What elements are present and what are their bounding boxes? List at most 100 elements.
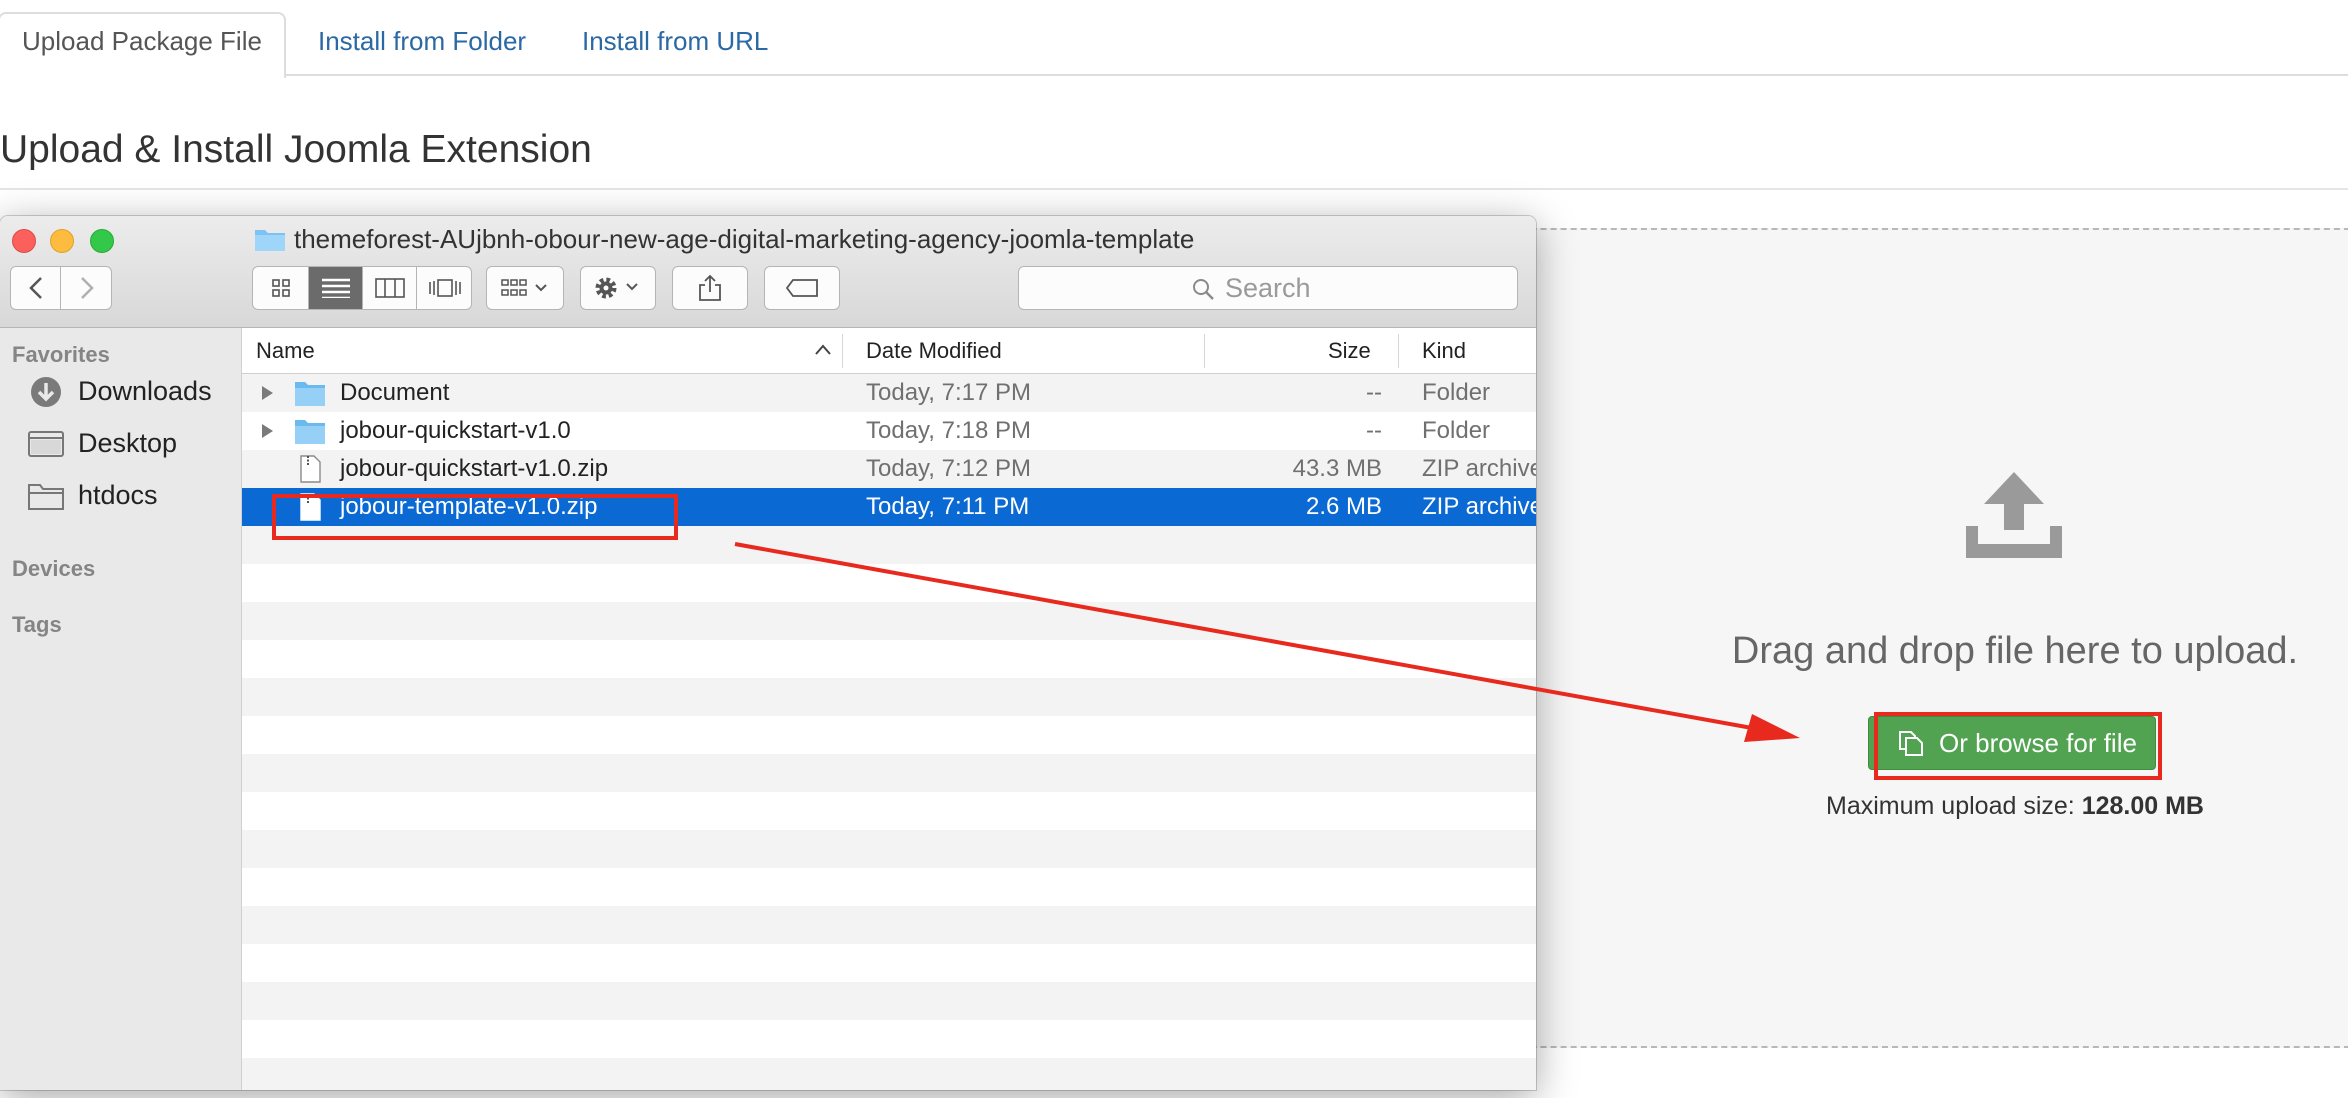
close-window-button[interactable] <box>12 229 36 253</box>
sidebar-item-desktop[interactable]: Desktop <box>28 424 238 464</box>
list-stripe <box>242 640 1536 678</box>
folder-icon <box>255 230 285 251</box>
back-button[interactable] <box>11 267 61 309</box>
column-date-modified[interactable]: Date Modified <box>866 338 1002 364</box>
finder-sidebar: Favorites Downloads Desktop htdocs Devic… <box>0 328 242 1090</box>
installer-tabs: Upload Package File Install from Folder … <box>0 0 2348 78</box>
list-stripe <box>242 830 1536 868</box>
tab-install-from-folder[interactable]: Install from Folder <box>318 14 526 78</box>
window-title: themeforest-AUjbnh-obour-new-age-digital… <box>294 224 1195 254</box>
tag-icon <box>785 279 818 297</box>
share-icon <box>699 274 721 301</box>
search-field[interactable]: Search <box>1018 266 1518 310</box>
sidebar-label-htdocs: htdocs <box>78 480 158 510</box>
file-size: 43.3 MB <box>1292 455 1382 482</box>
columns-icon <box>374 278 405 298</box>
finder-window[interactable]: themeforest-AUjbnh-obour-new-age-digital… <box>0 216 1536 1090</box>
max-upload-label: Maximum upload size: <box>1826 792 2075 820</box>
file-name: jobour-quickstart-v1.0 <box>340 417 571 444</box>
list-stripe <box>242 602 1536 640</box>
list-stripe <box>242 792 1536 830</box>
cover-flow-icon <box>429 279 461 297</box>
file-name: Document <box>340 379 450 406</box>
annotation-highlight-file <box>272 494 678 540</box>
sidebar-label-downloads: Downloads <box>78 376 212 406</box>
back-forward-buttons <box>10 266 112 310</box>
gear-icon <box>595 277 638 299</box>
list-stripe <box>242 982 1536 1020</box>
file-size: 2.6 MB <box>1305 493 1382 520</box>
arrange-icon <box>501 279 547 296</box>
column-divider[interactable] <box>842 334 843 368</box>
column-view-button[interactable] <box>363 267 417 309</box>
icon-view-button[interactable] <box>253 267 309 309</box>
file-date: Today, 7:11 PM <box>866 493 1030 520</box>
column-name[interactable]: Name <box>256 338 315 364</box>
tab-install-from-url[interactable]: Install from URL <box>582 14 768 78</box>
list-stripe <box>242 1058 1536 1090</box>
list-stripe <box>242 944 1536 982</box>
downloads-icon <box>31 377 61 407</box>
chevron-right-icon <box>81 277 94 299</box>
edit-tags-button[interactable] <box>764 266 840 310</box>
grid-icon <box>271 279 290 297</box>
list-stripe <box>242 564 1536 602</box>
action-button[interactable] <box>580 266 656 310</box>
file-date: Today, 7:12 PM <box>866 455 1031 482</box>
disclosure-triangle-icon[interactable] <box>260 385 274 401</box>
cover-flow-button[interactable] <box>417 267 471 309</box>
upload-icon <box>1966 472 2062 558</box>
file-date: Today, 7:17 PM <box>866 379 1031 406</box>
sort-ascending-icon <box>815 344 831 355</box>
disclosure-triangle-icon[interactable] <box>260 423 274 439</box>
sidebar-label-desktop: Desktop <box>78 428 178 458</box>
list-stripe <box>242 716 1536 754</box>
forward-button[interactable] <box>61 267 111 309</box>
zoom-window-button[interactable] <box>90 229 114 253</box>
arrange-button[interactable] <box>486 266 564 310</box>
list-stripe <box>242 868 1536 906</box>
column-divider[interactable] <box>1204 334 1205 368</box>
list-stripe <box>242 906 1536 944</box>
column-kind[interactable]: Kind <box>1422 338 1466 364</box>
list-view-button[interactable] <box>309 267 363 309</box>
column-divider[interactable] <box>1398 334 1399 368</box>
list-row-jobour-quickstart-folder[interactable]: jobour-quickstart-v1.0 Today, 7:18 PM --… <box>242 412 1536 450</box>
page-title: Upload & Install Joomla Extension <box>0 128 592 171</box>
list-row-document[interactable]: Document Today, 7:17 PM -- Folder <box>242 374 1536 412</box>
chevron-left-icon <box>28 277 42 299</box>
tags-heading[interactable]: Tags <box>12 612 62 638</box>
annotation-highlight-button <box>1874 712 2162 780</box>
max-upload-size: Maximum upload size: 128.00 MB <box>1700 792 2330 821</box>
search-placeholder: Search <box>1225 273 1311 303</box>
favorites-heading: Favorites <box>12 342 110 367</box>
file-size: -- <box>1366 417 1382 444</box>
sidebar-item-downloads[interactable]: Downloads <box>28 372 238 412</box>
folder-icon <box>295 420 325 444</box>
list-icon <box>321 278 350 298</box>
minimize-window-button[interactable] <box>50 229 74 253</box>
file-date: Today, 7:18 PM <box>866 417 1031 444</box>
file-kind: ZIP archive <box>1422 493 1536 520</box>
file-kind: Folder <box>1422 417 1491 444</box>
zip-file-icon <box>300 455 321 483</box>
file-size: -- <box>1366 379 1382 406</box>
file-list: Name Date Modified Size Kind Document To… <box>242 328 1536 1090</box>
folder-icon <box>295 382 325 406</box>
column-size[interactable]: Size <box>1328 338 1371 364</box>
list-stripe <box>242 754 1536 792</box>
file-kind: Folder <box>1422 379 1491 406</box>
sidebar-item-htdocs[interactable]: htdocs <box>28 476 238 516</box>
tab-upload-package-file[interactable]: Upload Package File <box>0 12 286 78</box>
share-button[interactable] <box>672 266 748 310</box>
desktop-icon <box>28 431 64 457</box>
search-icon <box>1193 279 1214 300</box>
title-divider <box>0 188 2348 190</box>
max-upload-value: 128.00 MB <box>2081 792 2204 820</box>
list-row-jobour-quickstart-zip[interactable]: jobour-quickstart-v1.0.zip Today, 7:12 P… <box>242 450 1536 488</box>
finder-toolbar: themeforest-AUjbnh-obour-new-age-digital… <box>0 216 1536 328</box>
list-stripe <box>242 1020 1536 1058</box>
devices-heading[interactable]: Devices <box>12 556 95 582</box>
file-kind: ZIP archive <box>1422 455 1536 482</box>
list-stripe <box>242 678 1536 716</box>
